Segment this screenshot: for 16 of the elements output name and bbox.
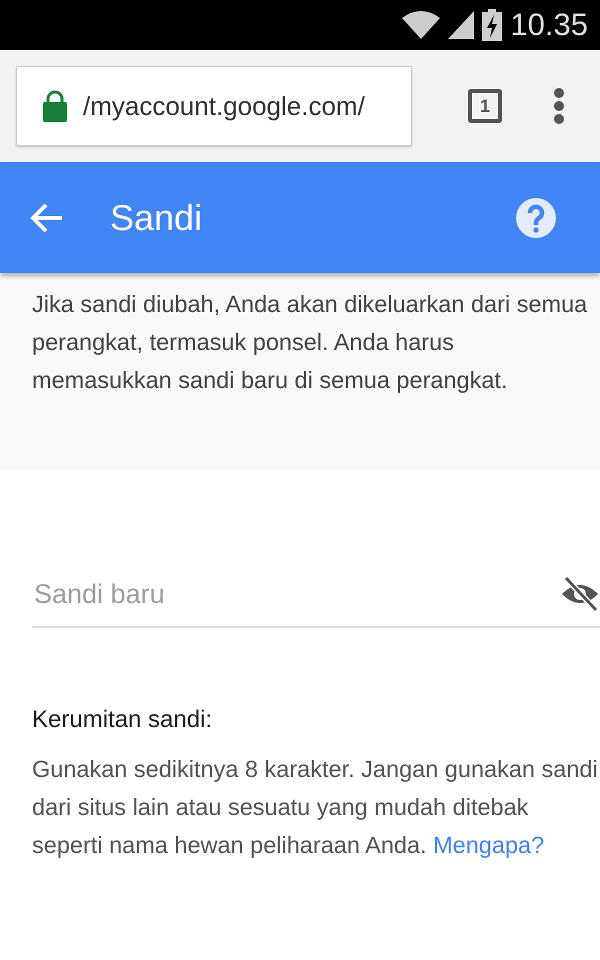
new-password-field[interactable]: Sandi baru bbox=[32, 572, 552, 616]
page-title: Sandi bbox=[110, 196, 202, 240]
warning-text: Jika sandi diubah, Anda akan dikeluarkan dari semua perangkat, termasuk ponsel. Anda harus memasukkan sandi baru di semua perangkat. bbox=[32, 290, 588, 395]
help-icon[interactable] bbox=[516, 198, 556, 238]
back-arrow-icon[interactable] bbox=[30, 202, 64, 232]
battery-charging-icon bbox=[482, 9, 502, 41]
visibility-off-icon[interactable] bbox=[560, 576, 600, 612]
clock-time: 10.35 bbox=[510, 6, 588, 44]
signal-icon bbox=[448, 11, 474, 39]
strength-text: Gunakan sedikitnya 8 karakter. Jangan gunakan sandi dari situs lain atau sesuatu yang mudah ditebak seperti nama hewan peliharaan Anda. Mengapa? bbox=[32, 755, 599, 860]
wifi-icon bbox=[402, 11, 440, 39]
address-bar[interactable]: /myaccount.google.com/ bbox=[16, 66, 412, 146]
tab-switcher-button[interactable]: 1 bbox=[468, 89, 502, 123]
why-link[interactable]: Mengapa? bbox=[433, 832, 544, 858]
menu-icon[interactable] bbox=[554, 88, 564, 124]
strength-heading: Kerumitan sandi: bbox=[32, 705, 214, 735]
